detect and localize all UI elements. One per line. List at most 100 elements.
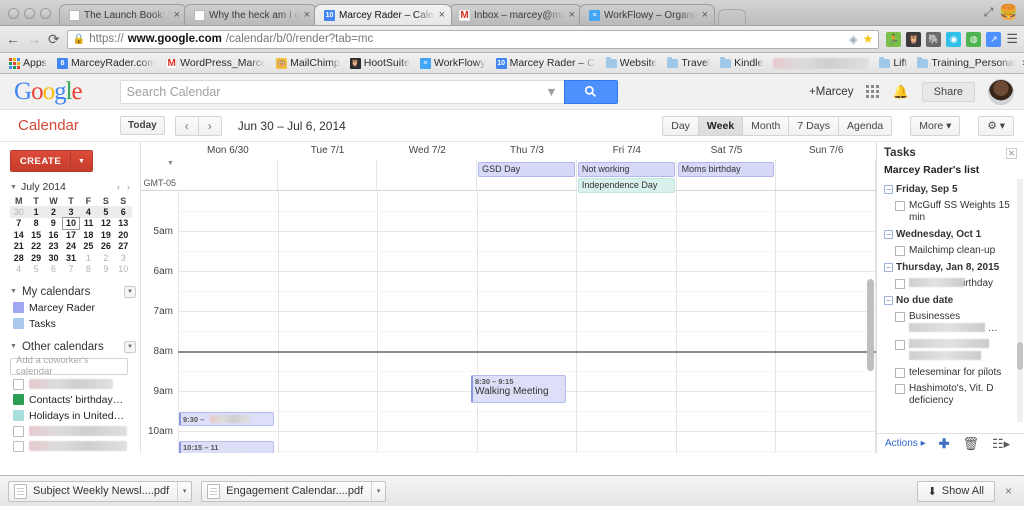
reload-button[interactable]: ⟳: [48, 32, 60, 46]
bookmark-folder-travel[interactable]: Travel: [663, 56, 714, 70]
evernote-extension-icon[interactable]: 🐘: [926, 31, 942, 47]
task-checkbox[interactable]: [895, 384, 905, 394]
collapse-triangle-icon[interactable]: ▼: [10, 288, 17, 295]
close-download-bar-icon[interactable]: ×: [1005, 484, 1016, 498]
mini-day[interactable]: 21: [10, 241, 27, 252]
mini-day[interactable]: 2: [97, 252, 114, 263]
mini-day[interactable]: 2: [44, 206, 63, 218]
mini-day[interactable]: 18: [80, 229, 97, 240]
mini-day[interactable]: 3: [115, 252, 132, 263]
bookmark-folder-lift[interactable]: Lift: [875, 56, 911, 70]
tasks-scrollbar-thumb[interactable]: [1017, 342, 1023, 370]
close-icon[interactable]: ×: [569, 9, 575, 21]
all-day-collapse-icon[interactable]: ▼: [167, 160, 174, 167]
all-day-cell[interactable]: [776, 160, 876, 190]
browser-tab[interactable]: M Inbox – marcey@marceyra ×: [449, 4, 582, 25]
search-button[interactable]: [563, 79, 618, 104]
close-icon[interactable]: ×: [304, 9, 310, 21]
task-item[interactable]: teleseminar for pilots: [884, 367, 1016, 379]
chevron-down-icon[interactable]: ▾: [371, 481, 385, 501]
list-icon[interactable]: ☷▸: [992, 436, 1010, 452]
close-window-button[interactable]: [8, 8, 19, 19]
task-checkbox[interactable]: [895, 312, 905, 322]
tasks-actions-menu[interactable]: Actions ▸: [885, 438, 926, 449]
back-button[interactable]: ←: [6, 32, 20, 46]
calendar-item-contacts-birthdays[interactable]: Contacts' birthdays a...: [10, 394, 136, 406]
bookmark-apps[interactable]: Apps: [5, 56, 51, 70]
chevron-down-icon[interactable]: ▾: [177, 481, 191, 501]
color-swatch[interactable]: [13, 410, 24, 422]
task-group-thursday-jan-8-2015[interactable]: − Thursday, Jan 8, 2015: [884, 262, 1016, 274]
tab-agenda[interactable]: Agenda: [838, 115, 893, 136]
all-day-cell[interactable]: Moms birthday: [677, 160, 777, 190]
apps-grid-icon[interactable]: [866, 85, 880, 98]
fullscreen-icon[interactable]: ⤢: [984, 5, 994, 20]
mini-day[interactable]: 11: [80, 218, 97, 229]
today-button[interactable]: Today: [120, 116, 165, 135]
all-day-cell[interactable]: [178, 160, 278, 190]
task-item[interactable]: McGuff SS Weights 15 min: [884, 200, 1016, 224]
all-day-cell[interactable]: [377, 160, 478, 190]
bookmark-workflowy[interactable]: ≡ WorkFlowy: [416, 56, 490, 70]
bookmark-folder-training[interactable]: Training_Personal: [913, 56, 1020, 70]
mini-day[interactable]: 12: [97, 218, 114, 229]
color-swatch[interactable]: [13, 302, 24, 314]
tasks-scrollbar-track[interactable]: [1017, 179, 1023, 422]
mini-day[interactable]: 26: [97, 241, 114, 252]
address-bar[interactable]: 🔒 https:// www.google.com /calendar/b/0/…: [66, 29, 880, 49]
mini-day[interactable]: 1: [80, 252, 97, 263]
tasks-scroll-area[interactable]: − Friday, Sep 5 McGuff SS Weights 15 min…: [884, 179, 1024, 422]
tab-7days[interactable]: 7 Days: [788, 115, 840, 136]
bookmark-folder-kindle[interactable]: Kindle: [716, 56, 767, 70]
trash-icon[interactable]: 🗑: [963, 436, 980, 452]
my-calendars-menu-icon[interactable]: ▼: [124, 285, 136, 298]
mini-day[interactable]: 4: [79, 206, 98, 218]
grid-scrollbar[interactable]: [867, 279, 874, 371]
bookmark-star-icon[interactable]: ★: [863, 32, 874, 46]
tab-day[interactable]: Day: [662, 115, 699, 136]
close-icon[interactable]: ×: [702, 9, 708, 21]
mini-day[interactable]: 29: [27, 252, 44, 263]
mini-day-today[interactable]: 10: [61, 217, 81, 230]
close-icon[interactable]: ✕: [1006, 147, 1017, 159]
window-traffic-lights[interactable]: [0, 8, 59, 25]
collapse-minus-icon[interactable]: −: [884, 263, 893, 272]
task-item[interactable]: irthday: [884, 278, 1016, 290]
task-checkbox[interactable]: [895, 368, 905, 378]
mini-day[interactable]: 19: [97, 229, 114, 240]
add-coworker-calendar-input[interactable]: Add a coworker's calendar: [10, 355, 128, 377]
sharing-icon[interactable]: ◈: [849, 33, 857, 46]
tab-week[interactable]: Week: [697, 115, 744, 136]
mini-day[interactable]: 25: [80, 241, 97, 252]
task-checkbox[interactable]: [895, 340, 905, 350]
collapse-minus-icon[interactable]: −: [884, 230, 893, 239]
mini-next-icon[interactable]: ›: [127, 182, 130, 192]
bookmark-hootsuite[interactable]: 🦉 HootSuite: [346, 56, 414, 70]
mini-day[interactable]: 14: [10, 229, 27, 240]
event-call-1015[interactable]: 10:15 – 11 Call n via: [179, 441, 274, 453]
chevron-down-icon[interactable]: ▼: [70, 151, 92, 171]
mini-day[interactable]: 7: [10, 218, 27, 229]
bookmark-calendar[interactable]: 10 Marcey Rader – Cale: [492, 56, 600, 70]
chrome-menu-icon[interactable]: ☰: [1006, 31, 1018, 47]
all-day-cell[interactable]: Not working Independence Day: [577, 160, 677, 193]
runner-extension-icon[interactable]: 🏃: [886, 31, 902, 47]
other-calendars-menu-icon[interactable]: ▼: [124, 340, 136, 353]
bookmark-wordpress[interactable]: M WordPress_MarceyRa: [162, 56, 270, 70]
mini-day[interactable]: 8: [27, 218, 44, 229]
close-icon[interactable]: ×: [439, 9, 445, 21]
calendar-item-redacted[interactable]: [10, 378, 136, 390]
mini-day[interactable]: 15: [27, 229, 44, 240]
browser-tab-active[interactable]: 10 Marcey Rader – Calendar ×: [314, 4, 452, 25]
calendar-item-marcey-rader[interactable]: Marcey Rader: [10, 302, 136, 314]
collapse-triangle-icon[interactable]: ▼: [10, 343, 17, 350]
mini-day[interactable]: 6: [45, 263, 62, 274]
mini-day[interactable]: 28: [10, 252, 27, 263]
bookmark-folder-website[interactable]: Website: [602, 56, 662, 70]
task-checkbox[interactable]: [895, 279, 905, 289]
browser-tab[interactable]: ≡ WorkFlowy – Organize you ×: [579, 4, 715, 25]
mini-day[interactable]: 24: [62, 241, 79, 252]
calendar-checkbox[interactable]: [13, 425, 24, 437]
show-all-downloads-button[interactable]: ⬇ Show All: [916, 480, 995, 502]
all-day-event[interactable]: Not working: [577, 162, 675, 177]
